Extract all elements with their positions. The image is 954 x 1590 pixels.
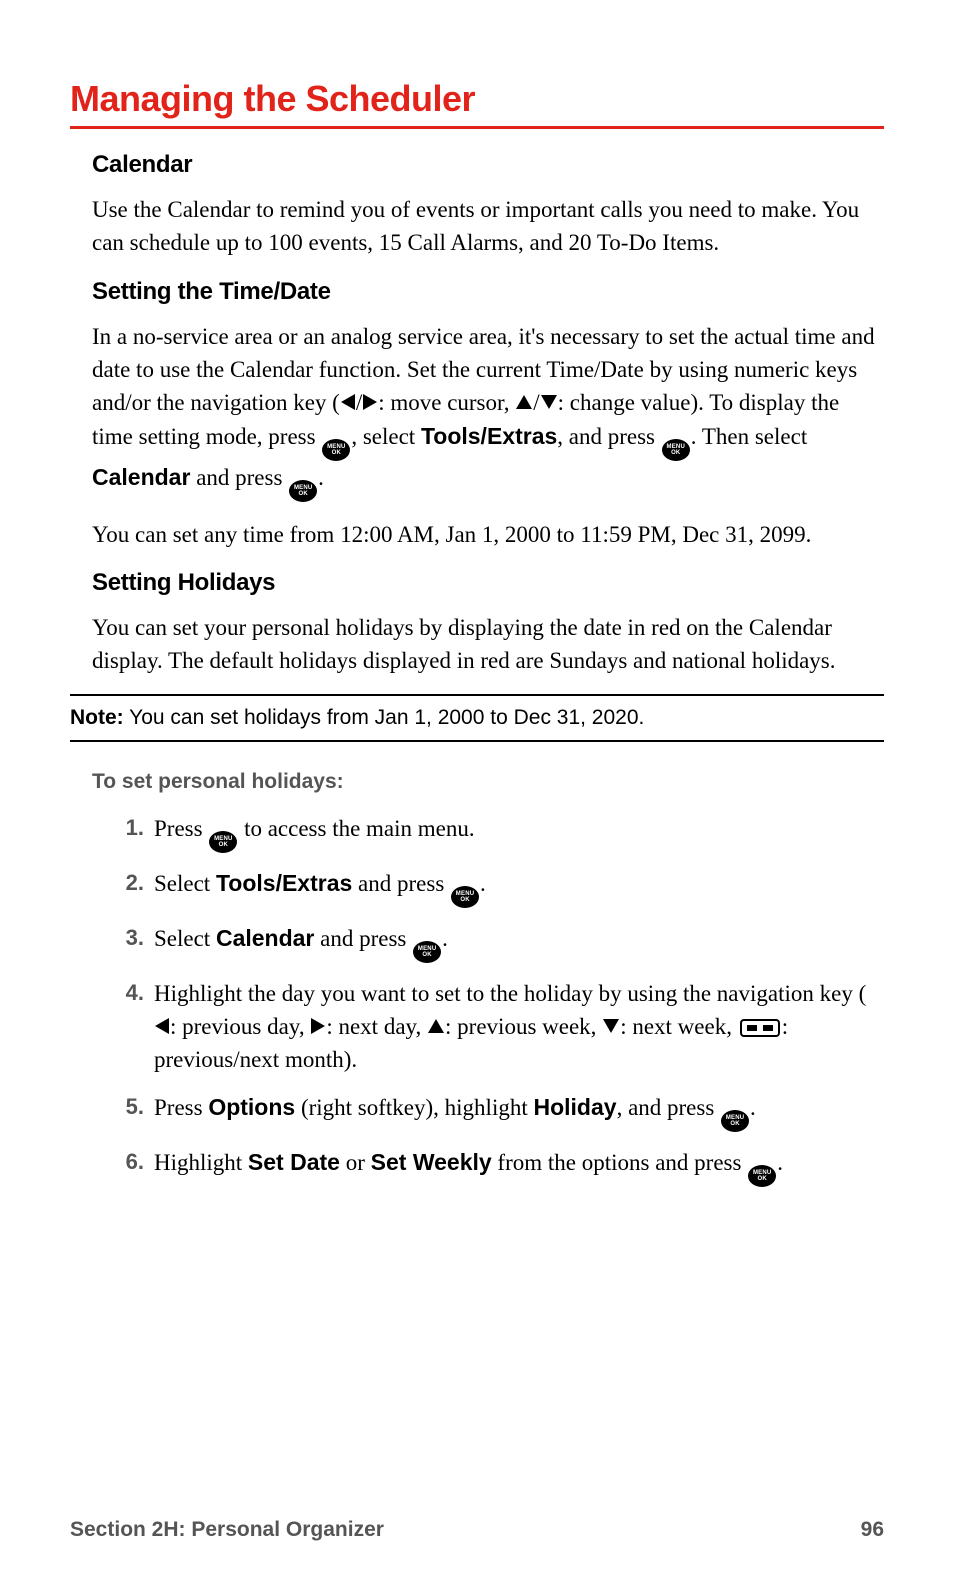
calendar-label: Calendar: [92, 464, 190, 490]
steps-lead: To set personal holidays:: [92, 770, 878, 794]
calendar-label: Calendar: [216, 925, 314, 951]
text-fragment: and press: [190, 465, 288, 490]
text-fragment: Highlight the day you want to set to the…: [154, 981, 866, 1006]
text-fragment: : previous week,: [445, 1014, 602, 1039]
step-number: 1.: [110, 812, 144, 844]
calendar-description: Use the Calendar to remind you of events…: [92, 193, 878, 260]
text-fragment: to access the main menu.: [238, 816, 474, 841]
tools-extras-label: Tools/Extras: [216, 870, 352, 896]
content-area: Calendar Use the Calendar to remind you …: [70, 151, 884, 1187]
text-fragment: and press: [314, 926, 412, 951]
menu-ok-icon: MENUOK: [322, 439, 350, 461]
text-fragment: : next day,: [326, 1014, 427, 1039]
text-fragment: , select: [351, 424, 421, 449]
text-fragment: and press: [352, 871, 450, 896]
text-fragment: .: [318, 465, 324, 490]
text-fragment: . Then select: [691, 424, 807, 449]
menu-ok-icon: MENUOK: [209, 831, 237, 853]
nav-left-icon: [155, 1018, 169, 1034]
nav-down-icon: [541, 395, 557, 409]
menu-ok-icon: MENUOK: [662, 439, 690, 461]
text-fragment: Select: [154, 871, 216, 896]
nav-up-icon: [516, 395, 532, 409]
step-6: 6. Highlight Set Date or Set Weekly from…: [118, 1146, 878, 1187]
step-2: 2. Select Tools/Extras and press MENUOK.: [118, 867, 878, 908]
nav-right-icon: [363, 394, 377, 410]
text-fragment: : next week,: [620, 1014, 738, 1039]
nav-down-icon: [603, 1019, 619, 1033]
step-1: 1. Press MENUOK to access the main menu.: [118, 812, 878, 853]
step-5: 5. Press Options (right softkey), highli…: [118, 1091, 878, 1132]
set-date-label: Set Date: [248, 1149, 340, 1175]
step-4: 4. Highlight the day you want to set to …: [118, 977, 878, 1077]
nav-up-icon: [428, 1019, 444, 1033]
page-number: 96: [861, 1518, 884, 1542]
text-fragment: : previous day,: [170, 1014, 310, 1039]
text-fragment: : move cursor,: [378, 390, 515, 415]
text-fragment: Press: [154, 816, 208, 841]
text-fragment: Press: [154, 1095, 208, 1120]
step-number: 6.: [110, 1146, 144, 1178]
text-fragment: from the options and press: [492, 1150, 748, 1175]
options-label: Options: [208, 1094, 295, 1120]
page-title: Managing the Scheduler: [70, 78, 884, 129]
text-fragment: , and press: [557, 424, 660, 449]
text-fragment: or: [340, 1150, 371, 1175]
text-fragment: .: [750, 1095, 756, 1120]
step-number: 2.: [110, 867, 144, 899]
step-number: 3.: [110, 922, 144, 954]
heading-calendar: Calendar: [92, 151, 878, 179]
steps-list: 1. Press MENUOK to access the main menu.…: [92, 812, 878, 1187]
section-label: Section 2H: Personal Organizer: [70, 1518, 384, 1542]
page-footer: Section 2H: Personal Organizer 96: [70, 1518, 884, 1542]
heading-holidays: Setting Holidays: [92, 569, 878, 597]
holidays-description: You can set your personal holidays by di…: [92, 611, 878, 678]
menu-ok-icon: MENUOK: [289, 480, 317, 502]
nav-right-icon: [311, 1018, 325, 1034]
tools-extras-label: Tools/Extras: [421, 423, 557, 449]
menu-ok-icon: MENUOK: [451, 886, 479, 908]
menu-ok-icon: MENUOK: [721, 1110, 749, 1132]
text-fragment: (right softkey), highlight: [295, 1095, 533, 1120]
menu-ok-icon: MENUOK: [413, 941, 441, 963]
menu-ok-icon: MENUOK: [748, 1165, 776, 1187]
heading-time-date: Setting the Time/Date: [92, 278, 878, 306]
note-label: Note:: [70, 706, 124, 729]
text-fragment: Select: [154, 926, 216, 951]
step-number: 4.: [110, 977, 144, 1009]
holiday-label: Holiday: [533, 1094, 616, 1120]
text-fragment: .: [442, 926, 448, 951]
step-number: 5.: [110, 1091, 144, 1123]
time-date-instructions: In a no-service area or an analog servic…: [92, 320, 878, 502]
set-weekly-label: Set Weekly: [371, 1149, 492, 1175]
step-3: 3. Select Calendar and press MENUOK.: [118, 922, 878, 963]
text-fragment: .: [480, 871, 486, 896]
note-box: Note: You can set holidays from Jan 1, 2…: [70, 694, 884, 742]
time-range-note: You can set any time from 12:00 AM, Jan …: [92, 518, 878, 551]
rocker-icon: [740, 1019, 780, 1037]
note-text: You can set holidays from Jan 1, 2000 to…: [124, 706, 645, 729]
nav-left-icon: [341, 394, 355, 410]
text-fragment: Highlight: [154, 1150, 248, 1175]
text-fragment: , and press: [617, 1095, 720, 1120]
text-fragment: .: [777, 1150, 783, 1175]
